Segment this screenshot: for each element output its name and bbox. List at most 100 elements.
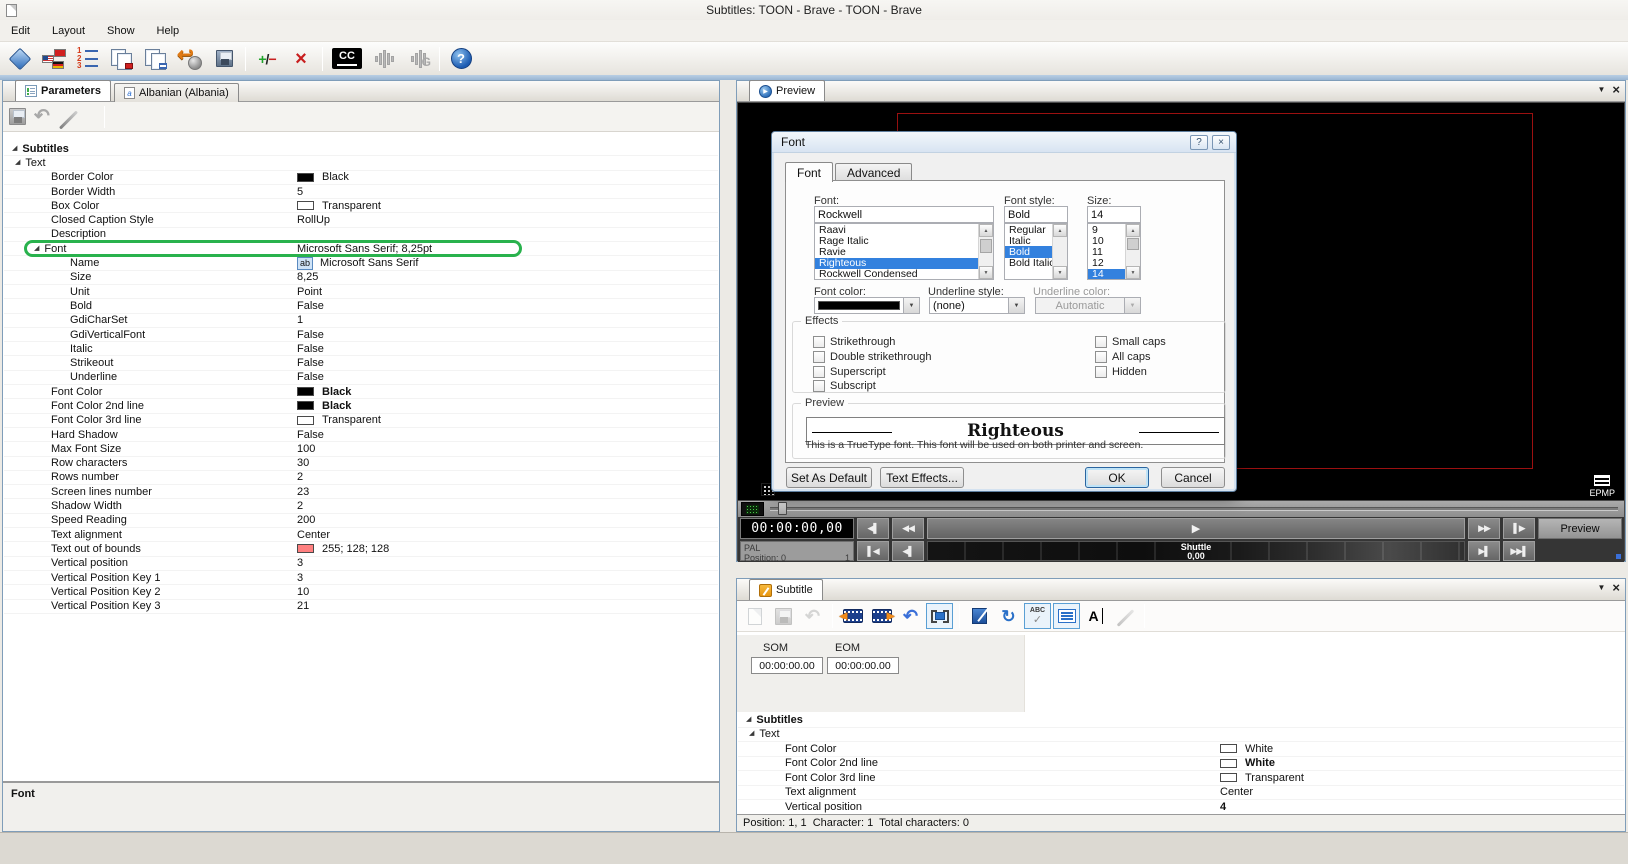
save-parameters-icon[interactable]	[9, 108, 26, 125]
menu-edit[interactable]: Edit	[0, 22, 41, 40]
numbered-list-icon[interactable]: 1 2 3	[72, 44, 104, 73]
undo-icon[interactable]: ↶	[799, 603, 826, 629]
expander-icon[interactable]: ◢	[34, 245, 39, 253]
audio-level-icon[interactable]	[368, 44, 400, 73]
seek-track[interactable]	[770, 507, 1618, 511]
font-list-item[interactable]: Raavi	[815, 224, 978, 235]
size-list-item[interactable]: 12	[1088, 258, 1125, 269]
som-input[interactable]	[751, 657, 823, 674]
property-row[interactable]: Row characters 30	[4, 457, 718, 471]
property-row[interactable]: Description	[4, 228, 718, 242]
spellcheck-icon[interactable]: ABC✓	[1024, 603, 1051, 629]
combo-arrow-icon[interactable]: ▼	[903, 298, 919, 313]
effect-checkbox[interactable]: Small caps	[1095, 336, 1166, 348]
size-input[interactable]: 14	[1087, 206, 1141, 223]
next-frame-button[interactable]: ▶▌	[1468, 541, 1500, 561]
fast-forward-button[interactable]: ▶▶	[1468, 518, 1500, 539]
combo-arrow-icon[interactable]: ▼	[1008, 298, 1024, 313]
import-icon[interactable]: ↩	[174, 44, 206, 73]
edit-clipboard-icon[interactable]	[966, 603, 993, 629]
checkbox-box[interactable]	[813, 351, 825, 363]
property-row[interactable]: Vertical position 3	[4, 557, 718, 571]
property-row[interactable]: Text out of bounds 255; 128; 128	[4, 542, 718, 556]
property-row[interactable]: Hard Shadow False	[4, 428, 718, 442]
menu-show[interactable]: Show	[96, 22, 146, 40]
property-row[interactable]: Screen lines number 23	[4, 485, 718, 499]
dialog-tab-font[interactable]: Font	[785, 162, 833, 182]
text-cursor-icon[interactable]: A	[1082, 603, 1109, 629]
preview-mode-button[interactable]: Preview	[1538, 518, 1622, 539]
collapse-panel-icon[interactable]: ▼	[1597, 84, 1605, 96]
checkbox-box[interactable]	[813, 336, 825, 348]
effect-checkbox[interactable]: Subscript	[813, 380, 876, 392]
plus-minus-icon[interactable]: +/−	[251, 44, 283, 73]
previous-frame-button[interactable]: ◀▌	[892, 541, 924, 561]
property-row[interactable]: Font Color 3rd line Transparent	[738, 771, 1624, 786]
expander-icon[interactable]: ◢	[15, 159, 20, 167]
checkbox-box[interactable]	[1095, 336, 1107, 348]
font-list-item[interactable]: Rage Italic	[815, 235, 978, 246]
play-pause-button[interactable]: ▌▶	[1503, 518, 1535, 539]
open-icon[interactable]	[4, 44, 36, 73]
style-list-item[interactable]: Regular	[1005, 224, 1052, 235]
menu-help[interactable]: Help	[146, 22, 191, 40]
dialog-close-icon[interactable]: ×	[1212, 135, 1230, 150]
new-subtitle-icon[interactable]	[741, 603, 768, 629]
property-row[interactable]: GdiCharSet 1	[4, 314, 718, 328]
property-row[interactable]: Font Color Black	[4, 385, 718, 399]
dialog-help-icon[interactable]: ?	[1190, 135, 1208, 150]
shuttle-control[interactable]: Shuttle 0,00	[927, 541, 1465, 561]
expander-icon[interactable]: ◢	[749, 730, 754, 738]
property-row[interactable]: Font Color White	[738, 742, 1624, 757]
underline-style-combo[interactable]: (none) ▼	[929, 297, 1025, 314]
property-row[interactable]: ◢ Font Microsoft Sans Serif; 8,25pt	[4, 242, 718, 256]
property-row[interactable]: Vertical Position Key 3 21	[4, 600, 718, 614]
property-row[interactable]: Shadow Width 2	[4, 499, 718, 513]
property-row[interactable]: Border Width 5	[4, 185, 718, 199]
checkbox-box[interactable]	[813, 380, 825, 392]
save-subtitle-icon[interactable]	[770, 603, 797, 629]
style-list-scrollbar[interactable]: ▲▼	[1052, 224, 1067, 279]
property-row[interactable]: Closed Caption Style RollUp	[4, 213, 718, 227]
font-list-item[interactable]: Ravie	[815, 246, 978, 257]
font-style-input[interactable]: Bold	[1004, 206, 1068, 223]
tab-subtitle[interactable]: Subtitle	[749, 579, 823, 600]
property-row[interactable]: Font Color 2nd line White	[738, 757, 1624, 772]
property-row[interactable]: GdiVerticalFont False	[4, 328, 718, 342]
font-name-input[interactable]: Rockwell	[814, 206, 994, 223]
closed-caption-icon[interactable]: CC	[328, 44, 366, 73]
help-icon[interactable]: ?	[445, 44, 477, 73]
property-row[interactable]: Border Color Black	[4, 171, 718, 185]
video-export-icon[interactable]: ◀	[839, 603, 866, 629]
video-import-icon[interactable]: ▶	[868, 603, 895, 629]
play-button[interactable]: ▶	[927, 518, 1465, 539]
property-row[interactable]: Vertical position 4	[738, 800, 1624, 815]
revert-icon[interactable]: ↶	[897, 603, 924, 629]
display-mode-icon[interactable]	[926, 603, 953, 629]
property-row[interactable]: Strikeout False	[4, 356, 718, 370]
property-row[interactable]: Size 8,25	[4, 271, 718, 285]
property-row[interactable]: Rows number 2	[4, 471, 718, 485]
effect-checkbox[interactable]: All caps	[1095, 351, 1151, 363]
undo-icon[interactable]: ↶	[34, 107, 50, 127]
property-row[interactable]: Italic False	[4, 342, 718, 356]
set-default-button[interactable]: Set As Default	[786, 467, 872, 488]
property-row[interactable]: Vertical Position Key 1 3	[4, 571, 718, 585]
audio-gain-icon[interactable]: G	[402, 44, 434, 73]
refresh-icon[interactable]: ↻	[995, 603, 1022, 629]
property-row[interactable]: Text alignment Center	[4, 528, 718, 542]
format-lines-icon[interactable]	[1053, 603, 1080, 629]
property-row[interactable]: ◢ Text	[4, 156, 718, 170]
property-row[interactable]: Underline False	[4, 371, 718, 385]
property-row[interactable]: ◢ Subtitles	[738, 713, 1624, 728]
tab-preview[interactable]: ▶ Preview	[749, 80, 825, 101]
step-back-button[interactable]: ◀▌	[857, 518, 889, 539]
tab-parameters[interactable]: Parameters	[15, 80, 111, 101]
property-row[interactable]: Vertical Position Key 2 10	[4, 585, 718, 599]
checkbox-box[interactable]	[1095, 366, 1107, 378]
size-list-item[interactable]: 14	[1088, 269, 1125, 279]
close-panel-icon[interactable]: ×	[1612, 582, 1620, 594]
property-row[interactable]: Box Color Transparent	[4, 199, 718, 213]
expander-icon[interactable]: ◢	[12, 145, 17, 153]
ok-button[interactable]: OK	[1085, 467, 1149, 488]
